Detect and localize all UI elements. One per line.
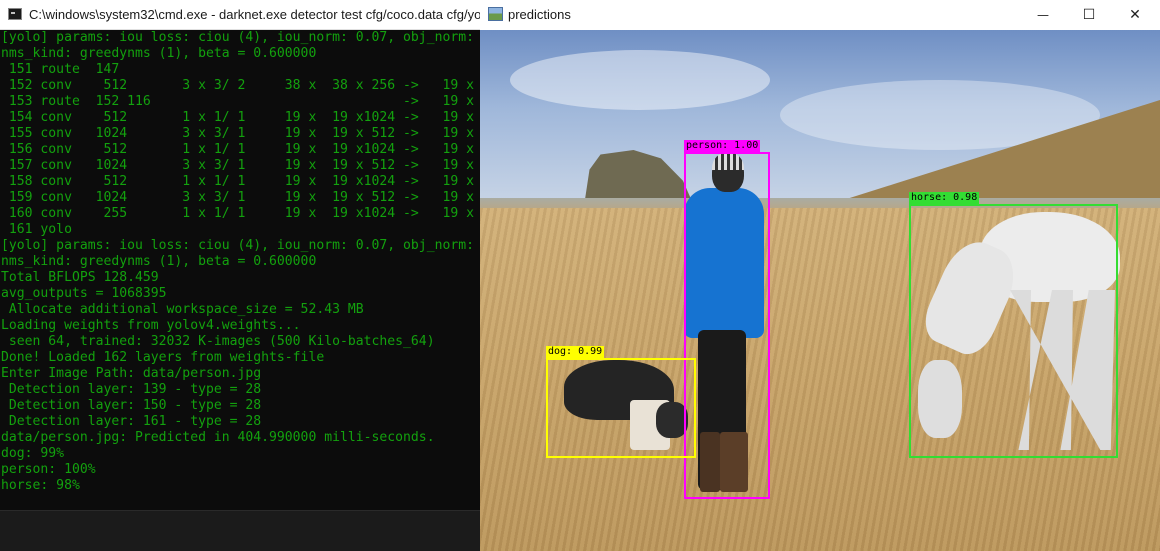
maximize-button[interactable]: ☐ (1066, 0, 1112, 30)
console-line: [yolo] params: iou loss: ciou (4), iou_n… (1, 238, 480, 253)
console-line: Detection layer: 150 - type = 28 (1, 398, 262, 413)
person-bounding-box (684, 152, 770, 499)
predictions-window-title: predictions (508, 7, 571, 22)
cmd-footer (0, 510, 480, 551)
console-line: 157 conv 1024 3 x 3/ 1 19 x 19 x 512 -> … (1, 158, 474, 173)
cloud (510, 50, 770, 110)
console-line: nms_kind: greedynms (1), beta = 0.600000 (1, 46, 317, 61)
console-line: 159 conv 1024 3 x 3/ 1 19 x 19 x 512 -> … (1, 190, 474, 205)
predictions-titlebar[interactable]: predictions — ☐ ✕ (480, 0, 1160, 30)
person-detection-label: person: 1.00 (684, 140, 761, 152)
horse-bounding-box (909, 204, 1118, 458)
minimize-button[interactable]: — (1020, 0, 1066, 30)
dog-detection-label: dog: 0.99 (546, 346, 605, 358)
horse-detection-label: horse: 0.98 (909, 192, 980, 204)
console-line: horse: 98% (1, 478, 80, 493)
console-line: Loading weights from yolov4.weights... (1, 318, 301, 333)
console-line: seen 64, trained: 32032 K-images (500 Ki… (1, 334, 435, 349)
image-window-icon (488, 7, 503, 21)
console-line: dog: 99% (1, 446, 65, 461)
console-line: 153 route 152 116 -> 19 x (1, 94, 474, 109)
console-line: Detection layer: 139 - type = 28 (1, 382, 262, 397)
console-line: 152 conv 512 3 x 3/ 2 38 x 38 x 256 -> 1… (1, 78, 474, 93)
cmd-window: C:\windows\system32\cmd.exe - darknet.ex… (0, 0, 480, 551)
console-line: [yolo] params: iou loss: ciou (4), iou_n… (1, 30, 480, 45)
cmd-window-title: C:\windows\system32\cmd.exe - darknet.ex… (29, 7, 480, 22)
console-line: 155 conv 1024 3 x 3/ 1 19 x 19 x 512 -> … (1, 126, 474, 141)
console-line: data/person.jpg: Predicted in 404.990000… (1, 430, 435, 445)
console-line: 151 route 147 -> 19 x (8, 62, 120, 77)
console-line: Enter Image Path: data/person.jpg (1, 366, 262, 381)
close-button[interactable]: ✕ (1112, 0, 1158, 30)
console-line: 161 yolo (1, 222, 72, 237)
console-line: nms_kind: greedynms (1), beta = 0.600000 (1, 254, 317, 269)
console-line: Total BFLOPS 128.459 (1, 270, 159, 285)
cmd-icon (8, 8, 22, 20)
dog-bounding-box (546, 358, 696, 458)
cmd-titlebar[interactable]: C:\windows\system32\cmd.exe - darknet.ex… (0, 0, 480, 30)
console-line: person: 100% (1, 462, 96, 477)
console-line: 160 conv 255 1 x 1/ 1 19 x 19 x1024 -> 1… (1, 206, 474, 221)
prediction-image: person: 1.00 horse: 0.98 dog: 0.99 (480, 30, 1160, 551)
console-line: Done! Loaded 162 layers from weights-fil… (1, 350, 325, 365)
predictions-window: predictions — ☐ ✕ person: 1.00 horse: 0.… (480, 0, 1160, 551)
console-line: avg_outputs = 1068395 (1, 286, 167, 301)
console-output[interactable]: [yolo] params: iou loss: ciou (4), iou_n… (0, 30, 480, 510)
console-line: 156 conv 512 1 x 1/ 1 19 x 19 x1024 -> 1… (1, 142, 474, 157)
console-line: 154 conv 512 1 x 1/ 1 19 x 19 x1024 -> 1… (1, 110, 474, 125)
console-line: Allocate additional workspace_size = 52.… (1, 302, 364, 317)
console-line: Detection layer: 161 - type = 28 (1, 414, 262, 429)
console-line: 158 conv 512 1 x 1/ 1 19 x 19 x1024 -> 1… (1, 174, 474, 189)
